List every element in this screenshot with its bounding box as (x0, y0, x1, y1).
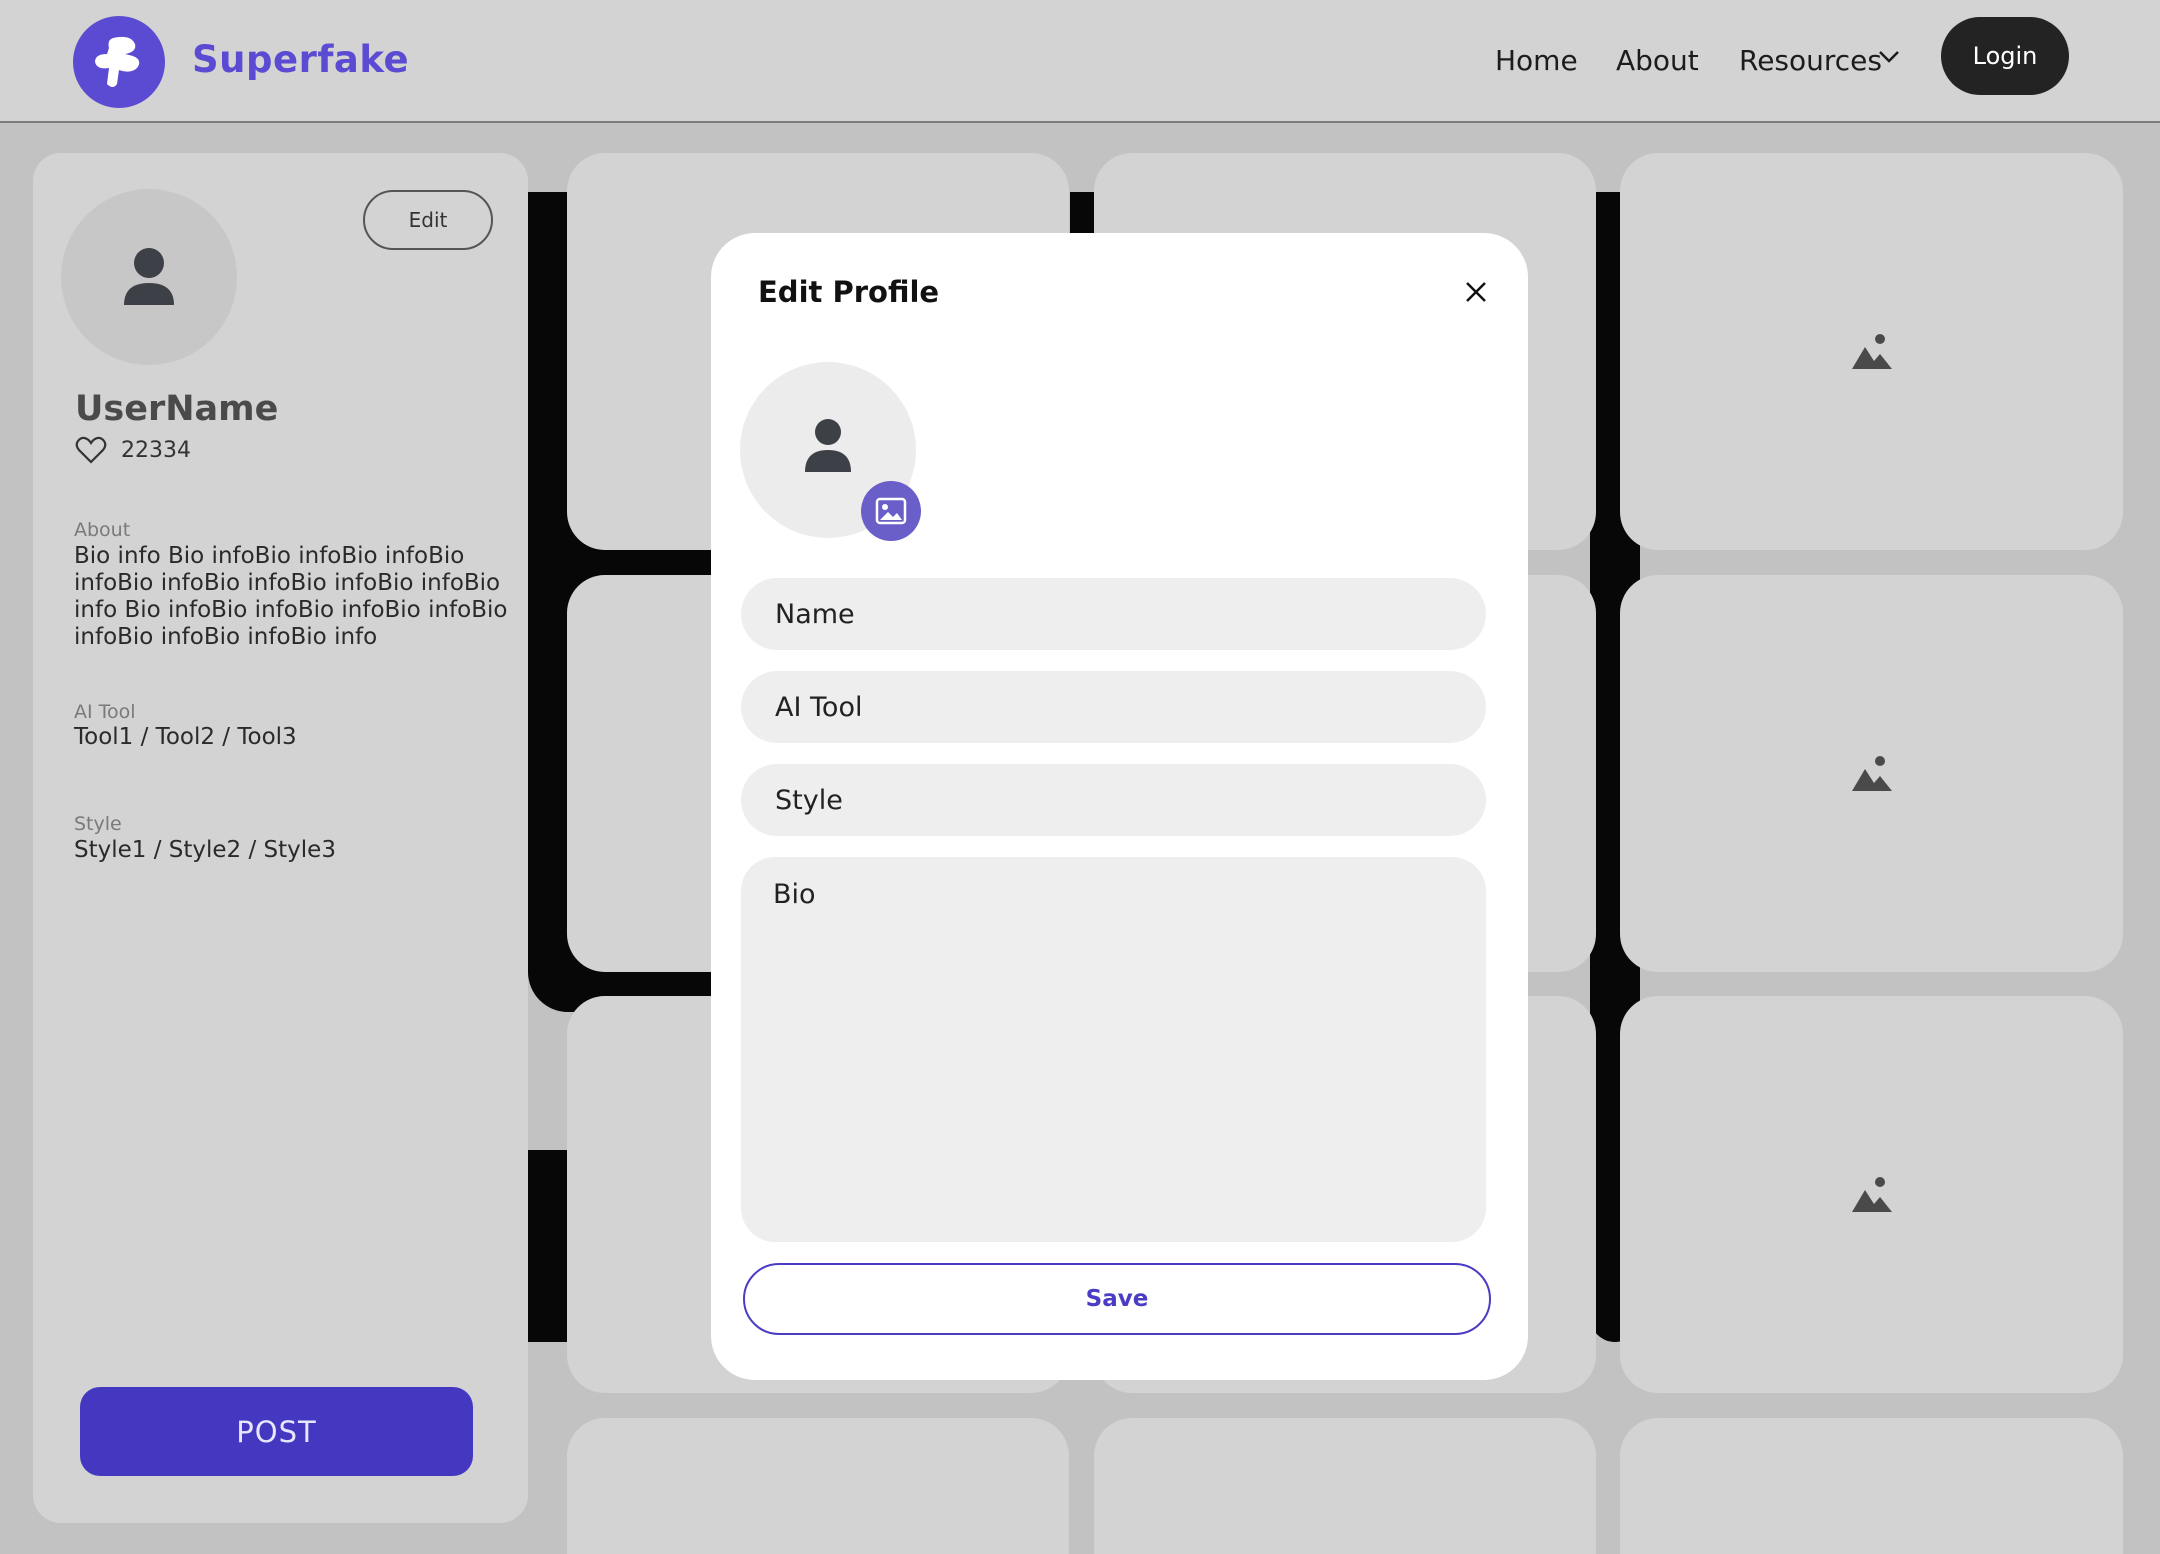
likes-count: 22334 (121, 437, 191, 463)
about-text: Bio info Bio infoBio infoBio infoBio inf… (74, 543, 508, 650)
avatar (61, 189, 237, 365)
edit-profile-modal: Edit Profile Name AI Tool Style Bio Save (711, 233, 1528, 1380)
artwork-shape (528, 1150, 568, 1342)
bio-textarea[interactable]: Bio (741, 857, 1486, 1242)
style-input[interactable]: Style (741, 764, 1486, 836)
about-label: About (74, 519, 131, 541)
brand-name[interactable]: Superfake (192, 38, 409, 81)
post-button[interactable]: POST (80, 1387, 473, 1476)
nav-about-link[interactable]: About (1616, 44, 1699, 77)
profile-sidebar: Edit UserName 22334 About Bio info Bio i… (33, 153, 528, 1523)
brand-logo-icon[interactable] (73, 16, 165, 108)
gallery-tile[interactable] (1620, 153, 2123, 550)
image-placeholder-icon (1851, 1176, 1892, 1212)
close-icon[interactable] (1465, 281, 1487, 303)
ai-tool-value: Tool1 / Tool2 / Tool3 (74, 724, 297, 750)
nav-home-link[interactable]: Home (1495, 44, 1578, 77)
nav-resources-link[interactable]: Resources (1739, 44, 1882, 77)
ai-tool-label: AI Tool (74, 701, 136, 723)
login-button[interactable]: Login (1941, 17, 2069, 95)
style-label: Style (74, 813, 122, 835)
edit-profile-button[interactable]: Edit (363, 190, 493, 250)
gallery-tile[interactable] (1620, 1418, 2123, 1554)
gallery-tile[interactable] (567, 1418, 1069, 1554)
username: UserName (75, 389, 279, 429)
person-icon (124, 248, 174, 305)
style-value: Style1 / Style2 / Style3 (74, 837, 336, 863)
gallery-tile[interactable] (1620, 996, 2123, 1393)
image-placeholder-icon (1851, 333, 1892, 369)
heart-icon[interactable] (75, 436, 107, 464)
gallery-tile[interactable] (1620, 575, 2123, 972)
person-icon (805, 419, 851, 472)
image-placeholder-icon (1851, 755, 1892, 791)
ai-tool-input[interactable]: AI Tool (741, 671, 1486, 743)
top-navbar: Superfake Home About Resources Login (0, 0, 2160, 123)
likes-row: 22334 (75, 436, 191, 464)
upload-photo-button[interactable] (861, 481, 921, 541)
name-input[interactable]: Name (741, 578, 1486, 650)
image-upload-icon (875, 497, 907, 525)
modal-title: Edit Profile (758, 275, 940, 309)
chevron-down-icon[interactable] (1878, 50, 1900, 64)
gallery-tile[interactable] (1094, 1418, 1596, 1554)
save-button[interactable]: Save (743, 1263, 1491, 1335)
